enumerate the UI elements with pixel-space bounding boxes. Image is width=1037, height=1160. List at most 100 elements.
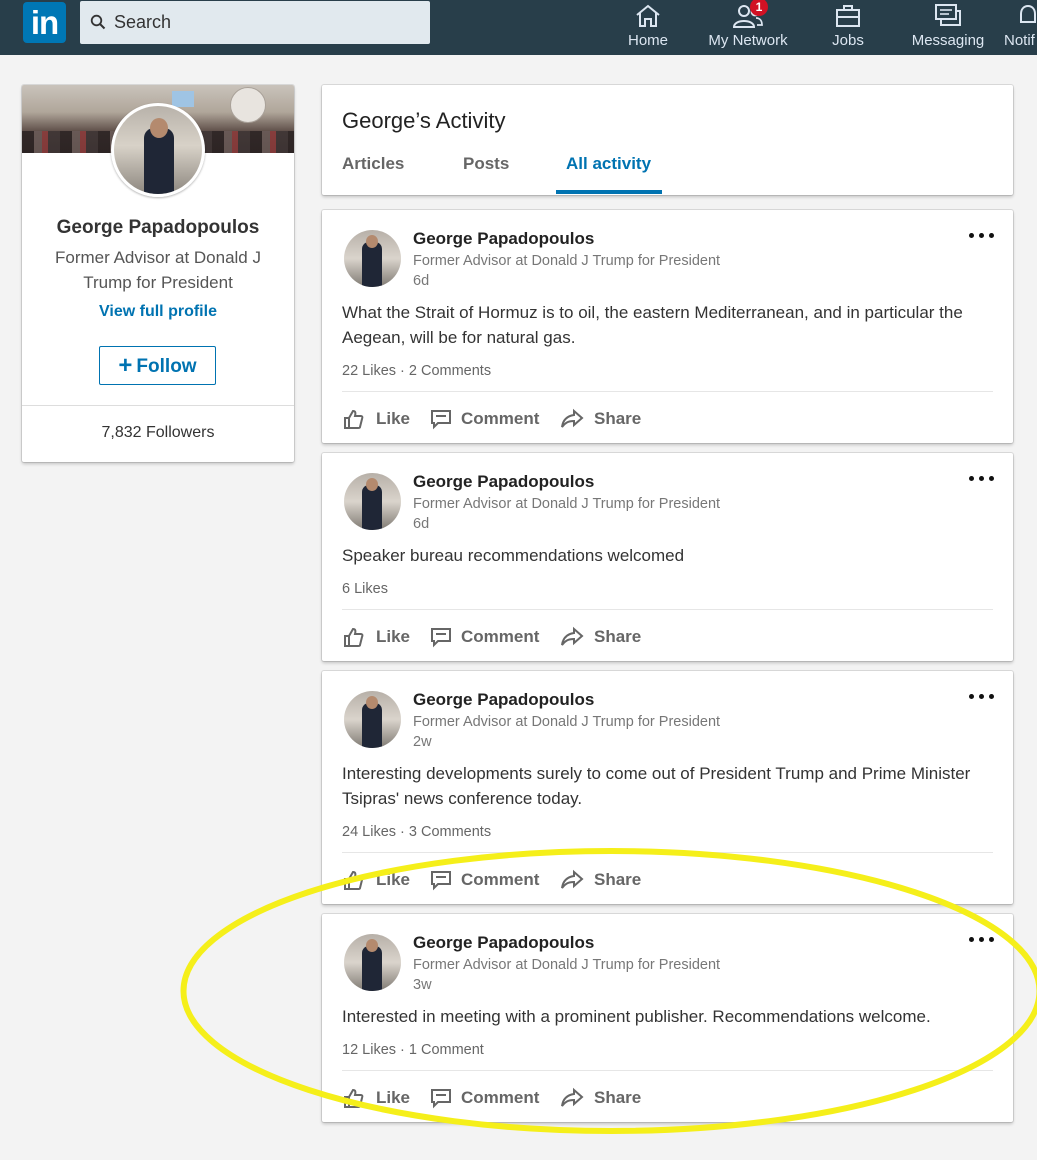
- profile-headline: Former Advisor at Donald J Trump for Pre…: [55, 248, 261, 292]
- top-nav-bar: in Home 1 My Network Jobs: [0, 0, 1037, 55]
- avatar-head: [150, 118, 168, 138]
- post-author[interactable]: George Papadopoulos: [413, 472, 594, 492]
- like-button[interactable]: Like: [342, 867, 412, 893]
- more-options-icon[interactable]: [967, 687, 997, 707]
- like-button[interactable]: Like: [342, 406, 412, 432]
- post-divider: [342, 852, 993, 853]
- post-actions: Like Comment Share: [342, 624, 742, 650]
- profile-avatar[interactable]: [111, 103, 205, 197]
- comment-icon: [431, 628, 451, 648]
- post-text: What the Strait of Hormuz is to oil, the…: [342, 303, 963, 347]
- post-text: Interested in meeting with a prominent p…: [342, 1007, 931, 1026]
- post-actions: Like Comment Share: [342, 867, 742, 893]
- nav-my-network[interactable]: 1 My Network: [702, 0, 794, 55]
- share-button[interactable]: Share: [560, 1085, 645, 1111]
- profile-name[interactable]: George Papadopoulos: [22, 217, 294, 239]
- cover-screen: [172, 91, 194, 107]
- messaging-icon: [935, 4, 961, 26]
- tab-all-activity[interactable]: All activity: [566, 154, 651, 174]
- home-icon: [636, 4, 660, 27]
- post-stats[interactable]: 24 Likes · 3 Comments: [342, 824, 491, 840]
- avatar-figure: [362, 946, 382, 991]
- post-text: Interesting developments surely to come …: [342, 764, 971, 808]
- share-label: Share: [594, 1088, 642, 1107]
- comment-button[interactable]: Comment: [430, 406, 545, 432]
- nav-messaging[interactable]: Messaging: [906, 0, 990, 55]
- share-icon: [561, 626, 584, 646]
- post-text: Speaker bureau recommendations welcomed: [342, 546, 685, 565]
- post-stats[interactable]: 6 Likes: [342, 581, 388, 597]
- post-card: George Papadopoulos Former Advisor at Do…: [322, 210, 1013, 443]
- post-avatar[interactable]: [344, 934, 401, 991]
- share-button[interactable]: Share: [560, 867, 645, 893]
- share-icon: [561, 1087, 584, 1107]
- share-label: Share: [594, 409, 642, 428]
- activity-header-card: George’s Activity Articles Posts All act…: [322, 85, 1013, 195]
- bell-icon: [1020, 4, 1036, 23]
- nav-my-network-label: My Network: [708, 32, 788, 49]
- nav-messaging-label: Messaging: [911, 32, 985, 49]
- post-author[interactable]: George Papadopoulos: [413, 229, 594, 249]
- comment-button[interactable]: Comment: [430, 867, 545, 893]
- avatar-head: [366, 235, 378, 248]
- linkedin-logo[interactable]: in: [23, 2, 66, 43]
- post-divider: [342, 609, 993, 610]
- post-author-headline: Former Advisor at Donald J Trump for Pre…: [413, 253, 721, 269]
- post-stats[interactable]: 22 Likes · 2 Comments: [342, 363, 491, 379]
- tab-articles[interactable]: Articles: [342, 154, 404, 174]
- comment-label: Comment: [461, 409, 540, 428]
- more-options-icon[interactable]: [967, 226, 997, 246]
- more-options-icon[interactable]: [967, 469, 997, 489]
- post-author[interactable]: George Papadopoulos: [413, 690, 594, 710]
- post-author-headline: Former Advisor at Donald J Trump for Pre…: [413, 957, 721, 973]
- post-card: George Papadopoulos Former Advisor at Do…: [322, 453, 1013, 661]
- share-button[interactable]: Share: [560, 624, 645, 650]
- avatar-figure: [362, 242, 382, 287]
- like-label: Like: [376, 1088, 411, 1107]
- nav-notifications-label: Notif: [1004, 32, 1035, 49]
- post-avatar[interactable]: [344, 230, 401, 287]
- like-icon: [344, 627, 364, 647]
- nav-jobs-label: Jobs: [832, 32, 864, 49]
- post-card: George Papadopoulos Former Advisor at Do…: [322, 914, 1013, 1122]
- comment-icon: [431, 1089, 451, 1109]
- nav-jobs[interactable]: Jobs: [818, 0, 878, 55]
- like-button[interactable]: Like: [342, 624, 412, 650]
- comment-icon: [431, 871, 451, 891]
- network-badge: 1: [750, 0, 768, 16]
- tab-posts[interactable]: Posts: [463, 154, 509, 174]
- comment-label: Comment: [461, 627, 540, 646]
- post-author[interactable]: George Papadopoulos: [413, 933, 594, 953]
- post-avatar[interactable]: [344, 691, 401, 748]
- comment-label: Comment: [461, 1088, 540, 1107]
- post-age: 2w: [413, 734, 432, 750]
- nav-notifications[interactable]: Notif: [1000, 0, 1037, 55]
- follow-button[interactable]: + Follow: [99, 346, 216, 385]
- nav-home[interactable]: Home: [618, 0, 678, 55]
- post-actions: Like Comment Share: [342, 406, 742, 432]
- share-button[interactable]: Share: [560, 406, 645, 432]
- search-input[interactable]: [114, 1, 414, 44]
- avatar-head: [366, 696, 378, 709]
- post-avatar[interactable]: [344, 473, 401, 530]
- more-options-icon[interactable]: [967, 930, 997, 950]
- like-button[interactable]: Like: [342, 1085, 412, 1111]
- plus-icon: +: [118, 352, 133, 379]
- post-stats[interactable]: 12 Likes · 1 Comment: [342, 1042, 484, 1058]
- search-box[interactable]: [80, 1, 430, 44]
- avatar-figure: [362, 485, 382, 530]
- avatar-figure: [144, 128, 174, 194]
- profile-card: George Papadopoulos Former Advisor at Do…: [22, 85, 294, 462]
- post-divider: [342, 391, 993, 392]
- comment-button[interactable]: Comment: [430, 624, 545, 650]
- post-age: 3w: [413, 977, 432, 993]
- like-icon: [344, 1088, 364, 1108]
- view-full-profile-link[interactable]: View full profile: [22, 303, 294, 321]
- avatar-head: [366, 939, 378, 952]
- post-age: 6d: [413, 516, 430, 532]
- cover-seal: [230, 87, 266, 123]
- search-icon: [90, 14, 106, 30]
- comment-button[interactable]: Comment: [430, 1085, 545, 1111]
- post-age: 6d: [413, 273, 430, 289]
- followers-count: 7,832 Followers: [101, 424, 215, 441]
